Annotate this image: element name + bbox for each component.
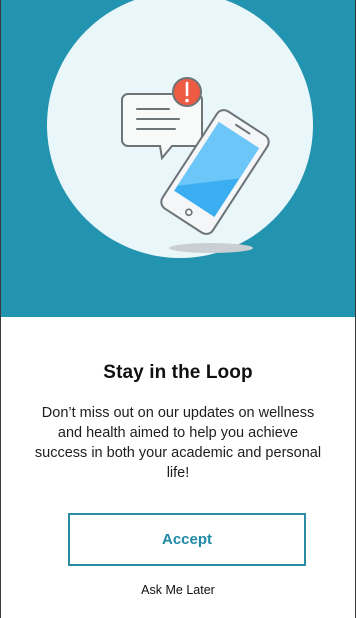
accept-button[interactable]: Accept bbox=[68, 513, 306, 566]
notification-illustration bbox=[47, 0, 313, 258]
phone-shadow bbox=[169, 243, 253, 253]
page-title: Stay in the Loop bbox=[103, 362, 253, 383]
hero-banner bbox=[1, 0, 355, 317]
alert-badge-icon bbox=[172, 77, 202, 107]
description-text: Don’t miss out on our updates on wellnes… bbox=[34, 405, 322, 481]
ask-me-later-link[interactable]: Ask Me Later bbox=[0, 583, 356, 597]
